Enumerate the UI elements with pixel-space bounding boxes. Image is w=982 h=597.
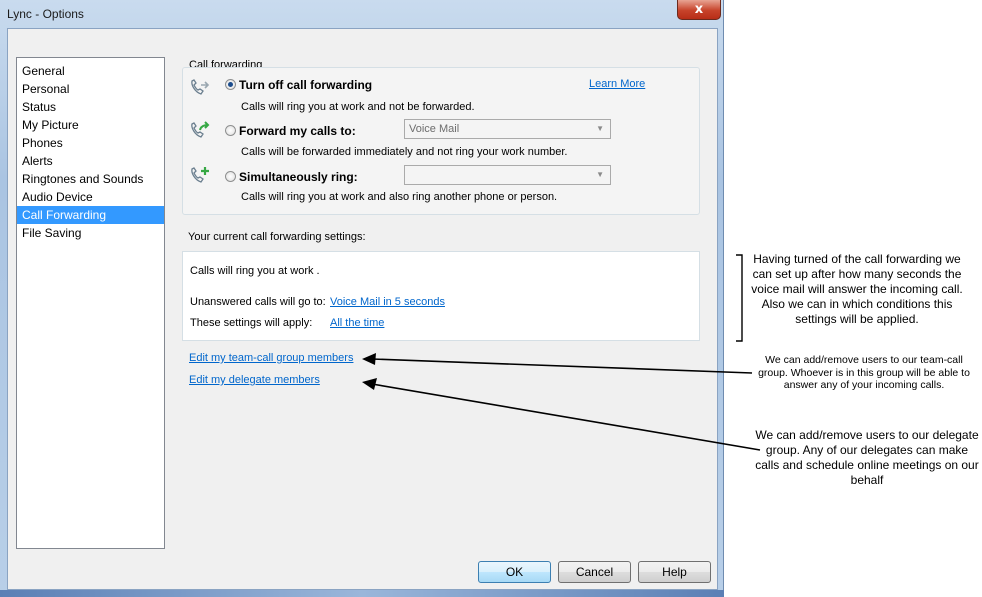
annotation-bracket [736,254,743,342]
annotation-arrow-team [371,358,753,374]
annotation-arrow-delegate [371,383,761,451]
annotation-arrowhead-delegate [362,378,377,390]
delegate-annotation: We can add/remove users to our delegate … [755,428,979,487]
annotation-arrowhead-team [362,353,376,365]
settings-annotation: Having turned of the call forwarding we … [751,252,963,326]
team-call-annotation: We can add/remove users to our team-call… [758,354,970,391]
